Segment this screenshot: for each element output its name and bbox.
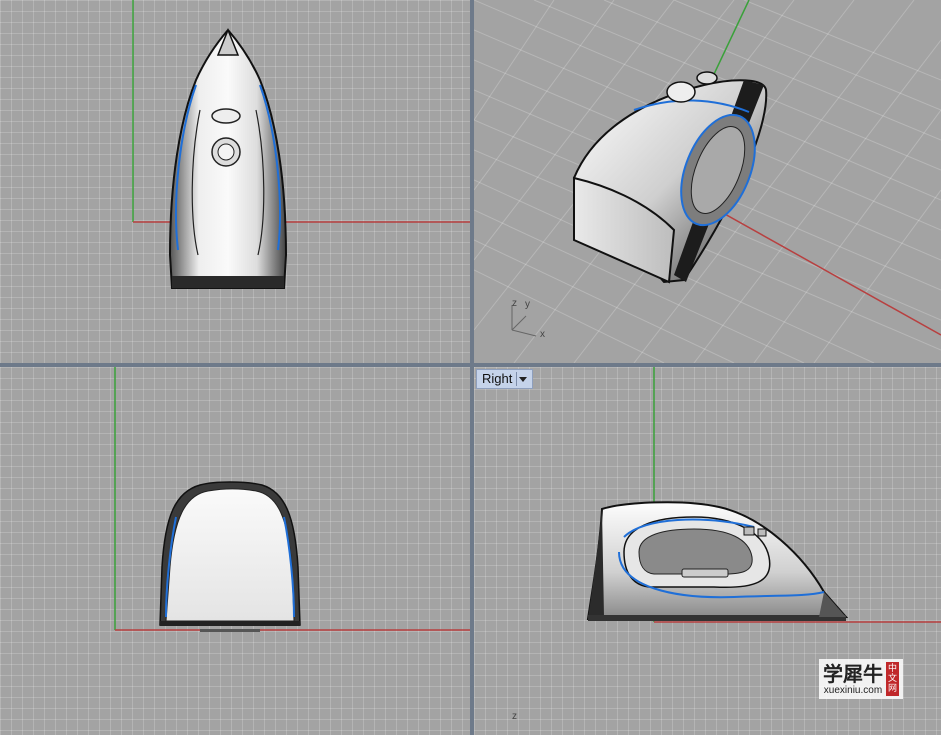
axis-label-y: y xyxy=(525,299,530,310)
viewport-label-right[interactable]: Right xyxy=(476,369,534,389)
perspective-view-canvas xyxy=(474,0,941,363)
axis-label-z: z xyxy=(512,298,517,309)
iron-model-perspective xyxy=(572,71,768,284)
front-view-canvas xyxy=(114,367,470,632)
viewport-perspective[interactable]: z y x xyxy=(474,0,941,363)
axis-label-x: x xyxy=(540,329,545,340)
watermark-logo: 学犀牛 xuexiniu.com 中 文 网 xyxy=(818,659,903,699)
chevron-down-icon[interactable] xyxy=(516,372,528,386)
viewport-front[interactable] xyxy=(0,367,470,735)
axis-label-z-right: z xyxy=(512,711,517,722)
viewport-title: Right xyxy=(482,371,513,386)
watermark-cn: 学犀牛 xyxy=(822,661,883,686)
watermark-en: xuexiniu.com xyxy=(823,684,883,696)
watermark-badge: 中 文 网 xyxy=(885,662,899,696)
iron-model-side xyxy=(586,501,849,621)
viewport-right[interactable]: Right z 学犀牛 xuexiniu.com 中 文 网 xyxy=(474,367,941,735)
top-view-canvas xyxy=(132,0,470,289)
viewport-top[interactable] xyxy=(0,0,470,363)
iron-model-front xyxy=(159,481,301,632)
iron-model-top xyxy=(168,27,288,289)
